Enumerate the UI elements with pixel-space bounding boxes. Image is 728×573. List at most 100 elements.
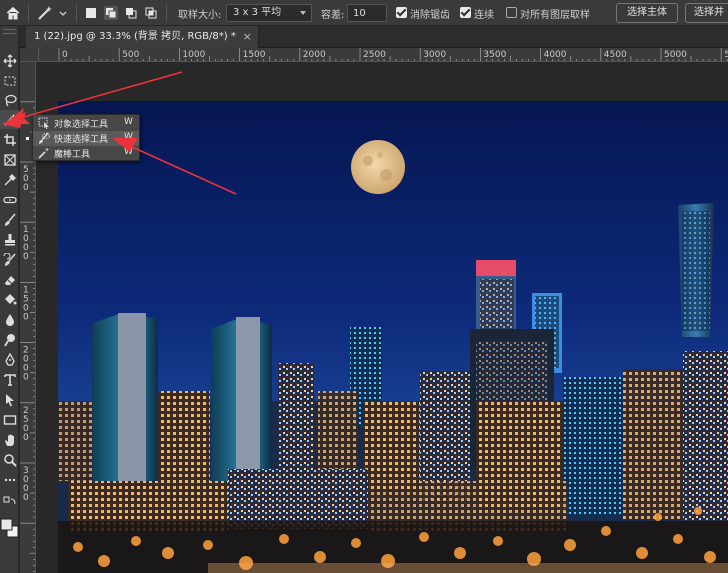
selection-tools-flyout: 对象选择工具 W 快速选择工具 W 魔棒工具 W: [26, 114, 140, 161]
ruler-label: 0: [62, 50, 68, 60]
document-tab-bar: 1 (22).jpg @ 33.3% (背景 拷贝, RGB/8*) * ×: [20, 26, 728, 48]
tool-preset-picker[interactable]: [36, 4, 70, 22]
dodge-tool[interactable]: [0, 330, 19, 349]
ruler-label: 5000: [664, 50, 687, 60]
sample-size-label: 取样大小:: [178, 10, 222, 21]
select-subject-button[interactable]: 选择主体: [616, 3, 678, 23]
ruler-label: 3000: [423, 50, 446, 60]
pen-tool[interactable]: [0, 350, 19, 369]
ruler-label-digit: 0: [23, 312, 29, 322]
ruler-label-digit: 0: [23, 433, 29, 443]
sample-all-layers-checkbox[interactable]: [506, 7, 517, 18]
tolerance-label: 容差:: [321, 10, 345, 21]
ruler-label: 1500: [243, 50, 266, 60]
dodge-tool-icon: [3, 333, 15, 346]
ruler-label-digit: 0: [23, 183, 29, 193]
flyout-item-magic-wand[interactable]: 魔棒工具 W: [33, 146, 139, 161]
paint-bucket-tool[interactable]: [0, 290, 19, 309]
blur-tool-icon: [5, 313, 14, 326]
flyout-item-shortcut: W: [124, 132, 133, 142]
flyout-item-shortcut: W: [124, 117, 133, 127]
crop-tool[interactable]: [0, 130, 19, 149]
lasso-tool[interactable]: [0, 90, 19, 109]
hand-tool-icon: [4, 434, 14, 446]
flyout-item-object-selection[interactable]: 对象选择工具 W: [33, 116, 139, 131]
crop-tool-icon: [3, 133, 16, 146]
document-tab-title: 1 (22).jpg @ 33.3% (背景 拷贝, RGB/8*) *: [34, 31, 236, 42]
clone-stamp-tool[interactable]: [0, 230, 19, 249]
chevron-down-icon: [300, 11, 306, 15]
hand-tool[interactable]: [0, 430, 19, 449]
type-tool-icon: [3, 373, 16, 386]
swap-colors[interactable]: [0, 493, 19, 512]
sample-size-value: 3 x 3 平均: [233, 7, 282, 18]
anti-alias-label: 消除锯齿: [410, 10, 450, 21]
eraser-tool-icon: [4, 275, 15, 285]
magic-wand-icon: [38, 6, 53, 20]
anti-alias-checkbox[interactable]: [396, 7, 407, 18]
options-bar: 取样大小: 3 x 3 平均 容差: 消除锯齿 连续 对所有图层取样 选择主体 …: [0, 0, 728, 26]
contiguous-checkbox[interactable]: [460, 7, 471, 18]
healing-brush-tool[interactable]: [0, 190, 19, 209]
ruler-label-digit: 0: [23, 252, 29, 262]
select-and-mask-button[interactable]: 选择并: [685, 3, 728, 23]
document-tab[interactable]: 1 (22).jpg @ 33.3% (背景 拷贝, RGB/8*) * ×: [26, 26, 259, 48]
subtract-from-selection-icon[interactable]: [124, 6, 138, 20]
ruler-label: 500: [122, 50, 139, 60]
close-icon[interactable]: ×: [243, 26, 252, 48]
tolerance-input[interactable]: [347, 4, 387, 22]
more-tools[interactable]: [0, 470, 19, 489]
rectangle-tool-icon: [3, 414, 16, 425]
flyout-item-label: 魔棒工具: [54, 150, 91, 160]
horizontal-ruler-ticks: 0 500 1000 1500 2000 2500 3000 3500 4000 4500 5000…: [58, 48, 728, 61]
brush-tool[interactable]: [0, 210, 19, 229]
blur-tool[interactable]: [0, 310, 19, 329]
horizontal-ruler[interactable]: 0 500 1000 1500 2000 2500 3000 3500 4000 4500 5000…: [39, 48, 728, 62]
flyout-item-label: 对象选择工具: [54, 120, 109, 130]
ruler-label: 4000: [544, 50, 567, 60]
panel-grip[interactable]: [3, 29, 16, 34]
pen-tool-icon: [4, 352, 15, 366]
brush-tool-icon: [4, 213, 16, 226]
move-tool[interactable]: [0, 51, 19, 70]
flyout-item-shortcut: W: [124, 147, 133, 157]
document-image[interactable]: [58, 101, 728, 573]
marquee-tool-icon: [4, 76, 15, 85]
ruler-label: 1000: [182, 50, 205, 60]
lasso-tool-icon: [4, 94, 17, 106]
new-selection-icon[interactable]: [84, 6, 98, 20]
sample-size-select[interactable]: 3 x 3 平均: [226, 4, 312, 22]
ruler-label: 4500: [604, 50, 627, 60]
home-icon[interactable]: [5, 5, 21, 21]
add-to-selection-icon[interactable]: [104, 6, 118, 20]
rectangle-tool[interactable]: [0, 410, 19, 429]
eraser-tool[interactable]: [0, 270, 19, 289]
frame-tool[interactable]: [0, 150, 19, 169]
color-swatches-icon: [0, 518, 19, 538]
ruler-label: 5500: [724, 50, 728, 60]
swap-colors-icon: [3, 496, 15, 504]
magic-wand-tool[interactable]: [0, 110, 19, 129]
magic-wand-tool-icon: [3, 113, 16, 126]
healing-brush-icon: [2, 196, 17, 203]
frame-tool-icon: [3, 153, 16, 166]
intersect-selection-icon[interactable]: [144, 6, 158, 20]
separator: [166, 4, 167, 22]
more-tools-icon: [4, 478, 15, 481]
ruler-label: 3500: [483, 50, 506, 60]
color-swatches[interactable]: [0, 514, 19, 544]
zoom-tool[interactable]: [0, 450, 19, 469]
ruler-label: 2500: [363, 50, 386, 60]
type-tool[interactable]: [0, 370, 19, 389]
history-brush-icon: [3, 252, 16, 266]
ruler-corner: [20, 48, 39, 62]
flyout-item-quick-selection[interactable]: 快速选择工具 W: [26, 131, 139, 146]
eyedropper-tool-icon: [4, 173, 16, 185]
marquee-tool[interactable]: [0, 71, 19, 90]
paint-bucket-icon: [4, 293, 16, 304]
magic-wand-icon: [38, 147, 50, 159]
path-selection-tool[interactable]: [0, 390, 19, 409]
sample-all-layers-label: 对所有图层取样: [520, 10, 590, 21]
eyedropper-tool[interactable]: [0, 170, 19, 189]
history-brush-tool[interactable]: [0, 250, 19, 269]
